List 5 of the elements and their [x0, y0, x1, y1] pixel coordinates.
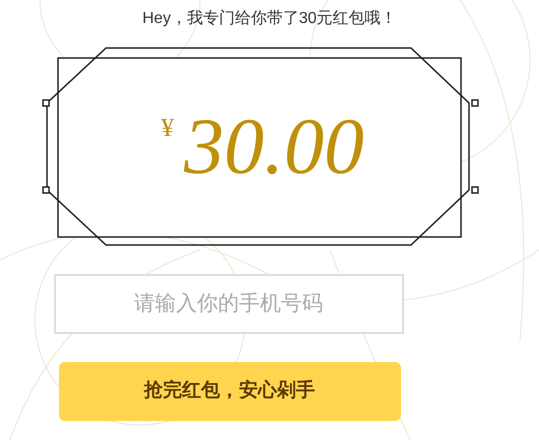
currency-symbol: ¥: [161, 113, 174, 143]
coupon-amount: 30.00: [184, 105, 364, 189]
greeting-text: Hey，我专门给你带了30元红包哦！: [142, 8, 397, 29]
phone-input-field[interactable]: 请输入你的手机号码: [54, 274, 404, 334]
submit-button[interactable]: 抢完红包，安心剁手: [58, 362, 400, 421]
